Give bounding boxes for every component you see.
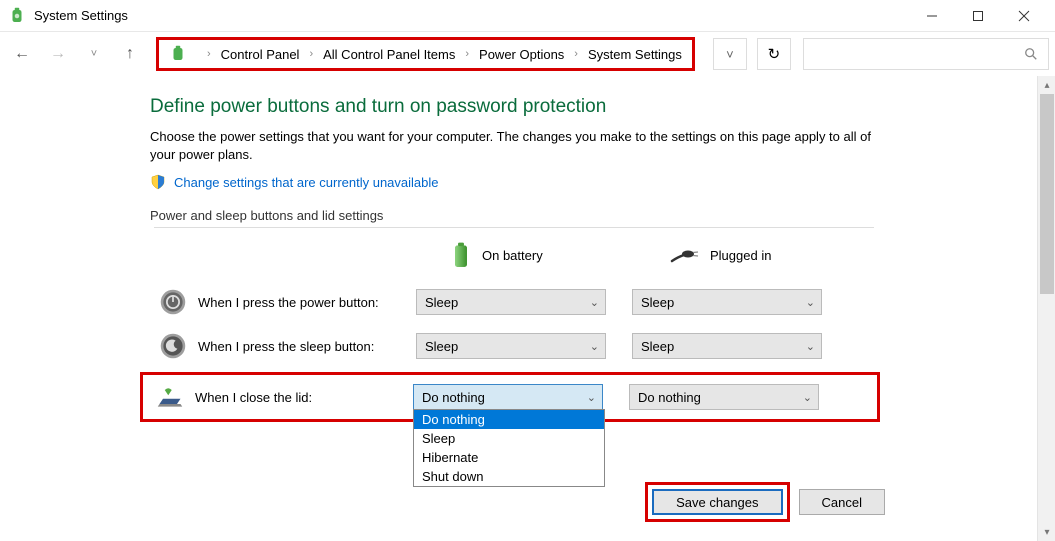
dropdown-option[interactable]: Shut down <box>414 467 604 486</box>
setting-label: When I press the sleep button: <box>196 339 416 354</box>
breadcrumb-item[interactable]: All Control Panel Items <box>323 47 455 62</box>
window-title: System Settings <box>34 8 909 23</box>
close-lid-battery-select[interactable]: Do nothing ⌄ Do nothing Sleep Hibernate … <box>413 384 603 410</box>
scroll-up-button[interactable]: ▴ <box>1038 76 1055 94</box>
back-button[interactable]: ← <box>6 38 38 70</box>
close-button[interactable] <box>1001 1 1047 31</box>
chevron-down-icon: ⌄ <box>806 296 815 309</box>
search-icon <box>1024 47 1038 61</box>
chevron-down-icon: ⌄ <box>590 340 599 353</box>
cancel-button[interactable]: Cancel <box>799 489 885 515</box>
setting-row-power-button: When I press the power button: Sleep ⌄ S… <box>150 284 1055 320</box>
forward-button[interactable]: → <box>42 38 74 70</box>
page-heading: Define power buttons and turn on passwor… <box>150 96 1055 118</box>
scroll-down-button[interactable]: ▾ <box>1038 523 1055 541</box>
button-row: Save changes Cancel <box>652 489 885 515</box>
laptop-lid-icon <box>156 383 184 411</box>
chevron-down-icon: ⌄ <box>590 296 599 309</box>
chevron-down-icon: ⌄ <box>806 340 815 353</box>
divider <box>154 227 874 228</box>
column-headers: On battery Plugged in <box>150 242 1055 268</box>
page-description: Choose the power settings that you want … <box>150 128 890 164</box>
dropdown-option[interactable]: Hibernate <box>414 448 604 467</box>
breadcrumb[interactable]: › Control Panel › All Control Panel Item… <box>156 37 695 71</box>
power-options-icon <box>8 7 26 25</box>
breadcrumb-item[interactable]: Control Panel <box>221 47 300 62</box>
titlebar: System Settings <box>0 0 1055 32</box>
address-history-button[interactable]: ˅ <box>713 38 747 70</box>
dropdown-option[interactable]: Sleep <box>414 429 604 448</box>
battery-icon <box>450 242 472 268</box>
up-button[interactable]: ↑ <box>114 38 146 70</box>
recent-menu-button[interactable]: ˅ <box>78 38 110 70</box>
chevron-down-icon: ⌄ <box>803 391 812 404</box>
column-header-plugged: Plugged in <box>710 248 771 263</box>
minimize-button[interactable] <box>909 1 955 31</box>
power-button-battery-select[interactable]: Sleep ⌄ <box>416 289 606 315</box>
plug-icon <box>670 245 700 265</box>
refresh-button[interactable]: ↻ <box>757 38 791 70</box>
setting-label: When I close the lid: <box>193 390 413 405</box>
power-options-icon <box>169 45 187 63</box>
breadcrumb-item[interactable]: System Settings <box>588 47 682 62</box>
power-button-plugged-select[interactable]: Sleep ⌄ <box>632 289 822 315</box>
sleep-button-plugged-select[interactable]: Sleep ⌄ <box>632 333 822 359</box>
maximize-button[interactable] <box>955 1 1001 31</box>
setting-label: When I press the power button: <box>196 295 416 310</box>
chevron-right-icon: › <box>309 48 313 60</box>
change-settings-link[interactable]: Change settings that are currently unava… <box>174 175 439 190</box>
chevron-down-icon: ⌄ <box>587 391 596 404</box>
section-title: Power and sleep buttons and lid settings <box>150 208 1055 223</box>
setting-row-close-lid: When I close the lid: Do nothing ⌄ Do no… <box>140 372 880 422</box>
dropdown-option[interactable]: Do nothing <box>414 410 604 429</box>
window-controls <box>909 1 1047 31</box>
chevron-right-icon: › <box>574 48 578 60</box>
sleep-button-icon <box>159 332 187 360</box>
content-area: Define power buttons and turn on passwor… <box>0 76 1055 541</box>
scrollbar-thumb[interactable] <box>1040 94 1054 294</box>
power-button-icon <box>159 288 187 316</box>
chevron-right-icon: › <box>207 48 211 60</box>
column-header-battery: On battery <box>482 248 543 263</box>
search-input[interactable] <box>803 38 1049 70</box>
close-lid-dropdown-list: Do nothing Sleep Hibernate Shut down <box>413 409 605 487</box>
close-lid-plugged-select[interactable]: Do nothing ⌄ <box>629 384 819 410</box>
nav-row: ← → ˅ ↑ › Control Panel › All Control Pa… <box>0 32 1055 76</box>
vertical-scrollbar[interactable]: ▴ ▾ <box>1037 76 1055 541</box>
chevron-right-icon: › <box>465 48 469 60</box>
setting-row-sleep-button: When I press the sleep button: Sleep ⌄ S… <box>150 328 1055 364</box>
shield-icon <box>150 174 166 190</box>
sleep-button-battery-select[interactable]: Sleep ⌄ <box>416 333 606 359</box>
breadcrumb-item[interactable]: Power Options <box>479 47 564 62</box>
save-button[interactable]: Save changes <box>652 489 782 515</box>
